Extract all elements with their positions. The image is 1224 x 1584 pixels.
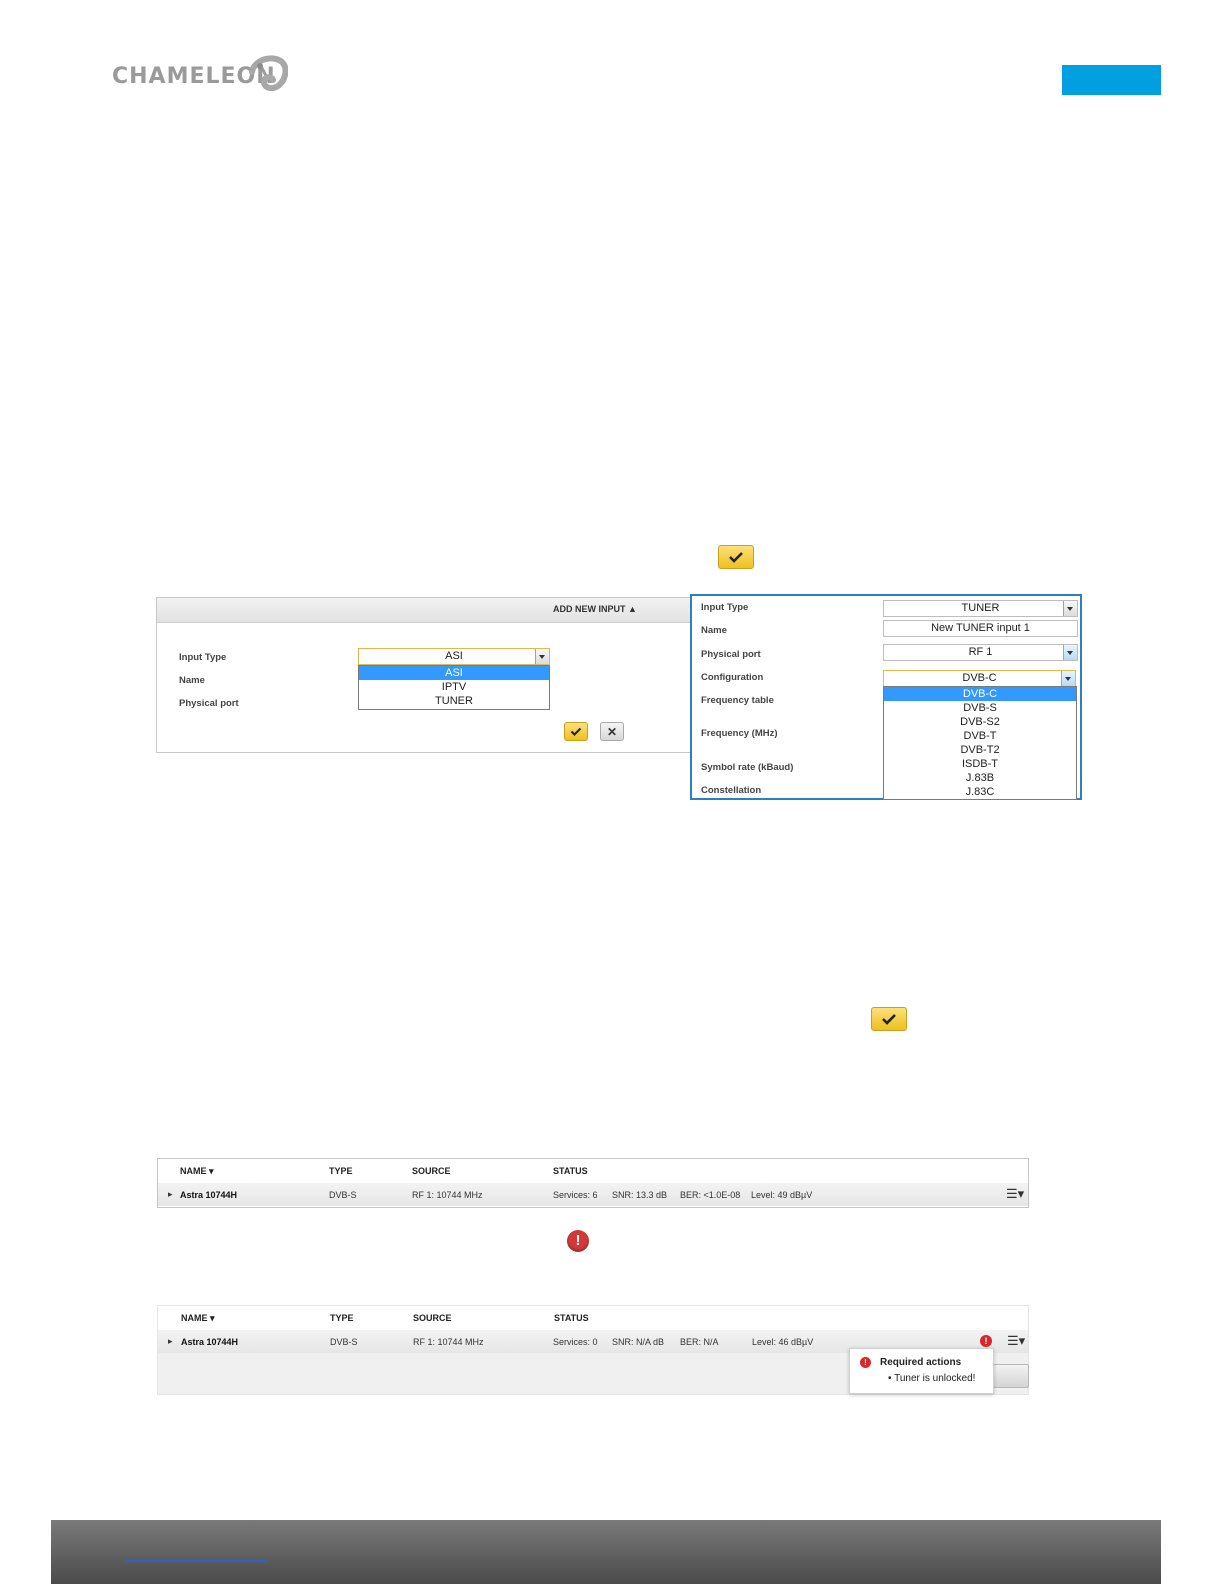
row-type: DVB-S	[330, 1337, 358, 1347]
column-header-type: TYPE	[329, 1166, 353, 1176]
column-header-source: SOURCE	[413, 1313, 452, 1323]
error-icon: !	[567, 1230, 589, 1252]
row-snr: SNR: N/A dB	[612, 1337, 665, 1347]
dropdown-option[interactable]: ASI	[359, 666, 549, 680]
chevron-down-icon[interactable]	[1061, 671, 1075, 686]
input-type-label: Input Type	[179, 652, 227, 663]
check-icon	[570, 727, 582, 736]
column-header-name[interactable]: NAME ▾	[180, 1166, 214, 1177]
confirm-check-icon	[718, 545, 754, 569]
error-icon[interactable]: !	[980, 1335, 992, 1347]
dropdown-option[interactable]: ISDB-T	[884, 757, 1076, 771]
tuner-config-panel: Input Type Name Physical port Configurat…	[690, 594, 1082, 800]
tooltip-item: • Tuner is unlocked!	[888, 1373, 976, 1384]
dropdown-option[interactable]: IPTV	[359, 680, 549, 694]
tuner-name-label: Name	[701, 625, 727, 636]
column-header-source: SOURCE	[412, 1166, 451, 1176]
inputs-table: NAME ▾ TYPE SOURCE STATUS ▸ Astra 10744H…	[157, 1158, 1029, 1208]
frequency-label: Frequency (MHz)	[701, 728, 778, 739]
constellation-label: Constellation	[701, 785, 762, 796]
table-header: NAME ▾ TYPE SOURCE STATUS	[158, 1159, 1028, 1184]
tooltip-title: Required actions	[880, 1357, 962, 1368]
row-type: DVB-S	[329, 1190, 357, 1200]
configuration-value: DVB-C	[962, 672, 997, 684]
symbol-rate-label: Symbol rate (kBaud)	[701, 762, 794, 773]
row-menu-icon[interactable]: ☰▾	[1006, 1186, 1024, 1202]
tuner-input-type-label: Input Type	[701, 602, 749, 613]
configuration-select[interactable]: DVB-C	[883, 670, 1076, 687]
row-source: RF 1: 10744 MHz	[413, 1337, 484, 1347]
error-icon: !	[860, 1357, 871, 1368]
panel-title[interactable]: ADD NEW INPUT ▲	[553, 604, 637, 614]
close-icon: ✕	[606, 724, 618, 739]
row-ber: BER: N/A	[680, 1337, 719, 1347]
column-header-status: STATUS	[553, 1166, 588, 1176]
configuration-dropdown: DVB-C DVB-S DVB-S2 DVB-T DVB-T2 ISDB-T J…	[883, 686, 1077, 800]
chevron-down-icon[interactable]	[1063, 645, 1077, 660]
row-ber: BER: <1.0E-08	[680, 1190, 741, 1200]
row-source: RF 1: 10744 MHz	[412, 1190, 483, 1200]
dropdown-option[interactable]: DVB-S	[884, 701, 1076, 715]
row-level: Level: 46 dBµV	[752, 1337, 814, 1347]
column-header-name[interactable]: NAME ▾	[181, 1313, 215, 1324]
table-header: NAME ▾ TYPE SOURCE STATUS	[158, 1306, 1028, 1331]
row-services: Services: 0	[553, 1337, 598, 1347]
physical-port-value: RF 1	[968, 646, 993, 658]
dropdown-option[interactable]: J.83B	[884, 771, 1076, 785]
dropdown-option[interactable]: DVB-C	[884, 687, 1076, 701]
physical-port-label: Physical port	[179, 698, 239, 709]
dropdown-option[interactable]: DVB-T2	[884, 743, 1076, 757]
header-accent-bar	[1062, 65, 1161, 95]
confirm-check-icon	[871, 1007, 907, 1031]
cancel-button[interactable]: ✕	[600, 722, 624, 741]
tuner-physical-port-label: Physical port	[701, 649, 761, 660]
tuner-name-input[interactable]: New TUNER input 1	[883, 620, 1078, 637]
panel-header: ADD NEW INPUT ▲	[157, 598, 697, 623]
confirm-button[interactable]	[564, 722, 588, 741]
expand-arrow-icon[interactable]: ▸	[168, 1189, 173, 1200]
dropdown-option[interactable]: TUNER	[359, 694, 549, 708]
frequency-table-label: Frequency table	[701, 695, 774, 706]
row-menu-icon[interactable]: ☰▾	[1007, 1333, 1025, 1349]
chevron-down-icon[interactable]	[535, 649, 549, 664]
dropdown-option[interactable]: DVB-S2	[884, 715, 1076, 729]
table-row[interactable]: ▸ Astra 10744H DVB-S RF 1: 10744 MHz Ser…	[158, 1183, 1028, 1206]
chameleon-logo-icon	[246, 54, 289, 103]
column-header-type: TYPE	[330, 1313, 354, 1323]
input-type-selected-value: ASI	[445, 650, 463, 662]
input-type-select[interactable]: ASI	[358, 648, 550, 665]
row-snr: SNR: 13.3 dB	[612, 1190, 668, 1200]
tuner-physical-port-select[interactable]: RF 1	[883, 644, 1078, 661]
row-name: Astra 10744H	[181, 1337, 239, 1347]
required-actions-tooltip: ! Required actions • Tuner is unlocked!	[849, 1348, 994, 1394]
name-label: Name	[179, 675, 205, 686]
chevron-down-icon[interactable]	[1063, 601, 1077, 616]
row-services: Services: 6	[553, 1190, 598, 1200]
row-level: Level: 49 dBµV	[751, 1190, 813, 1200]
input-type-dropdown: ASI IPTV TUNER	[358, 665, 550, 710]
row-name: Astra 10744H	[180, 1190, 238, 1200]
dropdown-option[interactable]: J.83C	[884, 785, 1076, 799]
page-footer	[51, 1520, 1161, 1584]
add-new-input-panel: ADD NEW INPUT ▲ Input Type Name Physical…	[156, 597, 698, 753]
tuner-input-type-value: TUNER	[961, 602, 1000, 614]
dropdown-option[interactable]: DVB-T	[884, 729, 1076, 743]
partial-button[interactable]	[993, 1364, 1029, 1388]
tooltip-item-text: Tuner is unlocked!	[894, 1373, 976, 1384]
expand-arrow-icon[interactable]: ▸	[168, 1336, 173, 1347]
column-header-status: STATUS	[554, 1313, 589, 1323]
tuner-input-type-select[interactable]: TUNER	[883, 600, 1078, 617]
footer-link[interactable]	[125, 1560, 267, 1562]
configuration-label: Configuration	[701, 672, 764, 683]
